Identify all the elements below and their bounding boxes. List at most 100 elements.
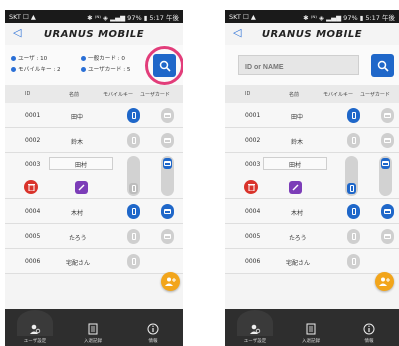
card-icon <box>164 209 171 214</box>
table-row[interactable]: 0004 木村 <box>5 199 183 224</box>
search-input[interactable] <box>238 55 359 75</box>
search-button[interactable] <box>371 54 394 77</box>
summary-user-card-count: ユーザカード : 5 <box>81 65 130 73</box>
table-row[interactable]: 0005 たろう <box>5 224 183 249</box>
summary-mobile-key-count: モバイルキー : 2 <box>11 65 61 73</box>
card-icon <box>384 209 391 214</box>
mobile-key-toggle[interactable] <box>347 204 360 219</box>
search-button[interactable] <box>153 54 176 77</box>
user-card-toggle[interactable] <box>379 156 392 196</box>
nav-info[interactable]: 情報 <box>133 323 173 344</box>
mobile-key-toggle[interactable] <box>127 108 140 123</box>
mobile-key-toggle[interactable] <box>127 254 140 269</box>
phone-screen-left: SKT ☐ ▲ ✱ ⁽ᴺ⁾ ◈ ▂▄▆ 97% ▮ 5:17 午後 ◁ URAN… <box>5 10 183 346</box>
row-name-field[interactable]: 田村 <box>49 157 113 170</box>
card-icon <box>164 138 171 143</box>
row-name: 鈴木 <box>291 139 304 146</box>
nav-users[interactable]: ユーザ設定 <box>235 323 275 344</box>
back-icon[interactable]: ◁ <box>13 26 21 39</box>
users-icon <box>30 324 41 334</box>
user-card-toggle[interactable] <box>381 108 394 123</box>
row-name: 木村 <box>71 210 84 217</box>
mobile-key-toggle[interactable] <box>127 156 140 196</box>
status-right: ✱ ⁽ᴺ⁾ ◈ ▂▄▆ 97% ▮ 5:17 午後 <box>87 13 179 22</box>
user-card-toggle[interactable] <box>161 108 174 123</box>
phone-icon <box>351 137 356 144</box>
row-name-field[interactable]: 田村 <box>263 157 327 170</box>
user-card-toggle[interactable] <box>381 133 394 148</box>
add-user-button[interactable] <box>161 272 180 291</box>
nav-log[interactable]: 入退記録 <box>291 323 331 344</box>
table-row[interactable]: 0006 宅配さん <box>5 249 183 274</box>
mobile-key-toggle[interactable] <box>347 108 360 123</box>
header-id: ID <box>25 91 31 97</box>
card-icon <box>164 113 171 118</box>
user-card-toggle[interactable] <box>381 204 394 219</box>
row-id: 0003 <box>245 161 261 168</box>
table-row[interactable]: 0001 田中 <box>225 103 399 128</box>
log-icon <box>88 323 98 335</box>
phone-screen-right: SKT ☐ ▲ ✱ ⁽ᴺ⁾ ◈ ▂▄▆ 97% ▮ 5:17 午後 ◁ URAN… <box>225 10 399 346</box>
table-row-expanded[interactable]: 0003 田村 <box>5 153 183 199</box>
header-user-card: ユーザカード <box>140 92 170 98</box>
table-row[interactable]: 0002 鈴木 <box>5 128 183 153</box>
mobile-key-toggle[interactable] <box>127 133 140 148</box>
user-card-toggle[interactable] <box>161 133 174 148</box>
users-icon <box>250 324 261 334</box>
header-user-card: ユーザカード <box>360 92 390 98</box>
row-id: 0001 <box>245 112 261 119</box>
add-user-icon <box>165 277 176 286</box>
phone-icon <box>131 208 136 215</box>
mobile-key-toggle[interactable] <box>127 204 140 219</box>
bottom-nav: ユーザ設定 入退記録 情報 <box>5 309 183 346</box>
row-id: 0006 <box>25 258 41 265</box>
app-title: URANUS MOBILE <box>43 28 145 40</box>
summary-panel: ユーザ : 10 モバイルキー : 2 一般カード : 0 ユーザカード : 5 <box>5 45 183 85</box>
mobile-key-toggle[interactable] <box>347 133 360 148</box>
row-id: 0005 <box>245 233 261 240</box>
nav-users[interactable]: ユーザ設定 <box>15 323 55 344</box>
trash-icon <box>27 184 35 191</box>
add-user-button[interactable] <box>375 272 394 291</box>
user-card-toggle[interactable] <box>161 229 174 244</box>
edit-button[interactable] <box>75 181 88 194</box>
nav-log[interactable]: 入退記録 <box>73 323 113 344</box>
trash-icon <box>247 184 255 191</box>
card-icon <box>164 234 171 239</box>
row-id: 0005 <box>25 233 41 240</box>
card-icon <box>384 138 391 143</box>
row-id: 0001 <box>25 112 41 119</box>
user-card-toggle[interactable] <box>161 156 174 196</box>
mobile-key-toggle[interactable] <box>127 229 140 244</box>
header-mobile-key: モバイルキー <box>323 92 354 98</box>
search-panel <box>225 45 399 85</box>
table-row[interactable]: 0006 宅配さん <box>225 249 399 274</box>
table-row[interactable]: 0005 たろう <box>225 224 399 249</box>
row-id: 0002 <box>245 137 261 144</box>
delete-button[interactable] <box>244 180 258 194</box>
mobile-key-toggle[interactable] <box>347 229 360 244</box>
delete-button[interactable] <box>24 180 38 194</box>
phone-icon <box>131 185 136 192</box>
table-row-expanded[interactable]: 0003 田村 <box>225 153 399 199</box>
search-icon <box>377 60 389 72</box>
phone-icon <box>349 185 354 192</box>
nav-info-label: 情報 <box>148 339 158 344</box>
back-icon[interactable]: ◁ <box>233 26 241 39</box>
row-name: 宅配さん <box>66 260 91 267</box>
table-row[interactable]: 0002 鈴木 <box>225 128 399 153</box>
nav-info[interactable]: 情報 <box>349 323 389 344</box>
phone-icon <box>351 208 356 215</box>
mobile-key-toggle[interactable] <box>347 254 360 269</box>
mobile-key-toggle[interactable] <box>345 156 358 196</box>
user-card-toggle[interactable] <box>381 229 394 244</box>
header-name: 名前 <box>289 92 300 98</box>
table-row[interactable]: 0001 田中 <box>5 103 183 128</box>
status-left: SKT ☐ ▲ <box>229 12 256 21</box>
user-card-toggle[interactable] <box>161 204 174 219</box>
table-header: ID 名前 モバイルキー ユーザカード <box>5 85 183 103</box>
table-row[interactable]: 0004 木村 <box>225 199 399 224</box>
info-icon <box>147 323 159 335</box>
row-id: 0004 <box>25 208 41 215</box>
edit-button[interactable] <box>289 181 302 194</box>
